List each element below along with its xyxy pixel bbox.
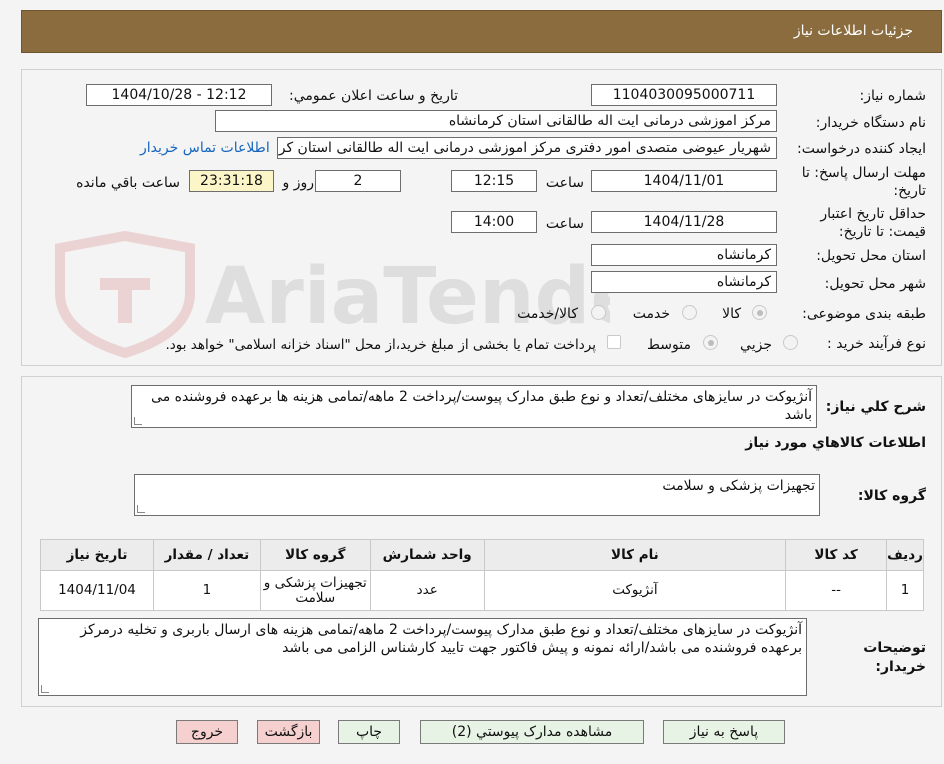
buyer-notes-label-2: خريدار:: [875, 659, 926, 675]
view-attachments-button[interactable]: مشاهده مدارک پيوستي (2): [420, 720, 644, 744]
reply-time-field[interactable]: 12:15: [451, 170, 537, 192]
buyer-org-field[interactable]: مرکز اموزشی درمانی ایت اله طالقانی استان…: [215, 110, 777, 132]
days-field[interactable]: 2: [315, 170, 401, 192]
resize-grip-icon[interactable]: [134, 417, 142, 425]
goods-table: رديف کد کالا نام کالا واحد شمارش گروه کا…: [40, 539, 924, 611]
buyer-contact-link[interactable]: اطلاعات تماس خريدار: [140, 140, 270, 156]
goods-section-title: اطلاعات کالاهاي مورد نياز: [745, 435, 926, 451]
announce-date-label: تاریخ و ساعت اعلان عمومي:: [289, 88, 458, 104]
province-field[interactable]: کرمانشاه: [591, 244, 777, 266]
table-header-row: رديف کد کالا نام کالا واحد شمارش گروه کا…: [40, 539, 924, 571]
treasury-payment-note: پرداخت تمام یا بخشی از مبلغ خرید،از محل …: [165, 337, 596, 353]
cell-qty: 1: [152, 570, 261, 611]
remaining-time-label: ساعت باقي مانده: [76, 175, 180, 191]
col-date-header: تاريخ نياز: [40, 539, 154, 571]
page-title: جزئیات اطلاعات نیاز: [793, 23, 913, 39]
need-number-label: شماره نیاز:: [859, 88, 927, 104]
resize-grip-icon[interactable]: [41, 685, 49, 693]
cell-code: --: [785, 570, 888, 611]
category-radio-goods-service[interactable]: [591, 305, 606, 320]
page-header: جزئیات اطلاعات نیاز: [21, 10, 942, 53]
process-radio-medium[interactable]: [703, 335, 718, 350]
goods-group-field[interactable]: تجهیزات پزشکی و سلامت: [134, 474, 820, 516]
validity-date-field[interactable]: 1404/11/28: [591, 211, 777, 233]
cell-date: 1404/11/04: [40, 570, 154, 611]
cell-name: آنژیوکت: [483, 570, 787, 611]
reply-date-field[interactable]: 1404/11/01: [591, 170, 777, 192]
category-label: طبقه بندی موضوعی:: [802, 306, 926, 322]
city-label: شهر محل تحويل:: [824, 276, 926, 292]
reply-deadline-label-1: مهلت ارسال پاسخ: تا: [801, 165, 926, 181]
process-option-minor: جزيي: [740, 337, 772, 353]
col-name-header: نام کالا: [483, 539, 787, 571]
process-radio-minor[interactable]: [783, 335, 798, 350]
requester-label: ايجاد کننده درخواست:: [797, 141, 926, 157]
remaining-time-field: 23:31:18: [189, 170, 274, 192]
buyer-notes-label-1: توضيحات: [863, 640, 926, 656]
treasury-payment-checkbox[interactable]: [607, 335, 621, 349]
goods-group-label: گروه کالا:: [857, 488, 926, 504]
days-label: روز و: [282, 175, 315, 191]
cell-unit: عدد: [369, 570, 485, 611]
col-qty-header: تعداد / مقدار: [152, 539, 261, 571]
reply-deadline-label-2: تاريخ:: [893, 183, 926, 199]
col-unit-header: واحد شمارش: [369, 539, 485, 571]
validity-time-field[interactable]: 14:00: [451, 211, 537, 233]
print-button[interactable]: چاپ: [338, 720, 400, 744]
category-radio-service[interactable]: [682, 305, 697, 320]
col-row-header: رديف: [886, 539, 924, 571]
reply-time-label: ساعت: [545, 175, 584, 191]
requester-field[interactable]: شهریار عیوضی متصدی امور دفتری مرکز اموزش…: [277, 137, 777, 159]
validity-time-label: ساعت: [545, 216, 584, 232]
col-code-header: کد کالا: [785, 539, 888, 571]
category-option-service: خدمت: [632, 306, 670, 322]
description-field[interactable]: آنژیوکت در سایزهای مختلف/تعداد و نوع طبق…: [131, 385, 817, 428]
validity-label-1: حداقل تاريخ اعتبار: [820, 206, 926, 222]
process-option-medium: متوسط: [647, 337, 691, 353]
exit-button[interactable]: خروج: [176, 720, 238, 744]
buyer-notes-field[interactable]: آنژیوکت در سایزهای مختلف/تعداد و نوع طبق…: [38, 618, 807, 696]
buyer-notes-text: آنژیوکت در سایزهای مختلف/تعداد و نوع طبق…: [80, 622, 802, 656]
validity-label-2: قيمت: تا تاريخ:: [838, 224, 926, 240]
category-option-goods-service: کالا/خدمت: [517, 306, 578, 322]
category-option-goods: کالا: [722, 306, 741, 322]
cell-row: 1: [886, 570, 924, 611]
buyer-org-label: نام دستگاه خريدار:: [815, 115, 926, 131]
category-radio-goods[interactable]: [752, 305, 767, 320]
table-row: 1 -- آنژیوکت عدد تجهیزات پزشکی و سلامت 1…: [40, 570, 924, 611]
resize-grip-icon[interactable]: [137, 505, 145, 513]
description-text: آنژیوکت در سایزهای مختلف/تعداد و نوع طبق…: [151, 389, 812, 423]
process-label: نوع فرآیند خرید :: [827, 336, 926, 352]
goods-group-text: تجهیزات پزشکی و سلامت: [662, 478, 815, 494]
back-button[interactable]: بازگشت: [257, 720, 320, 744]
description-label: شرح کلي نياز:: [825, 399, 926, 415]
cell-group: تجهیزات پزشکی و سلامت: [259, 570, 371, 611]
city-field[interactable]: کرمانشاه: [591, 271, 777, 293]
need-number-field[interactable]: 1104030095000711: [591, 84, 777, 106]
col-group-header: گروه کالا: [259, 539, 371, 571]
announce-date-field[interactable]: 1404/10/28 - 12:12: [86, 84, 272, 106]
province-label: استان محل تحويل:: [816, 248, 926, 264]
reply-button[interactable]: پاسخ به نياز: [663, 720, 785, 744]
